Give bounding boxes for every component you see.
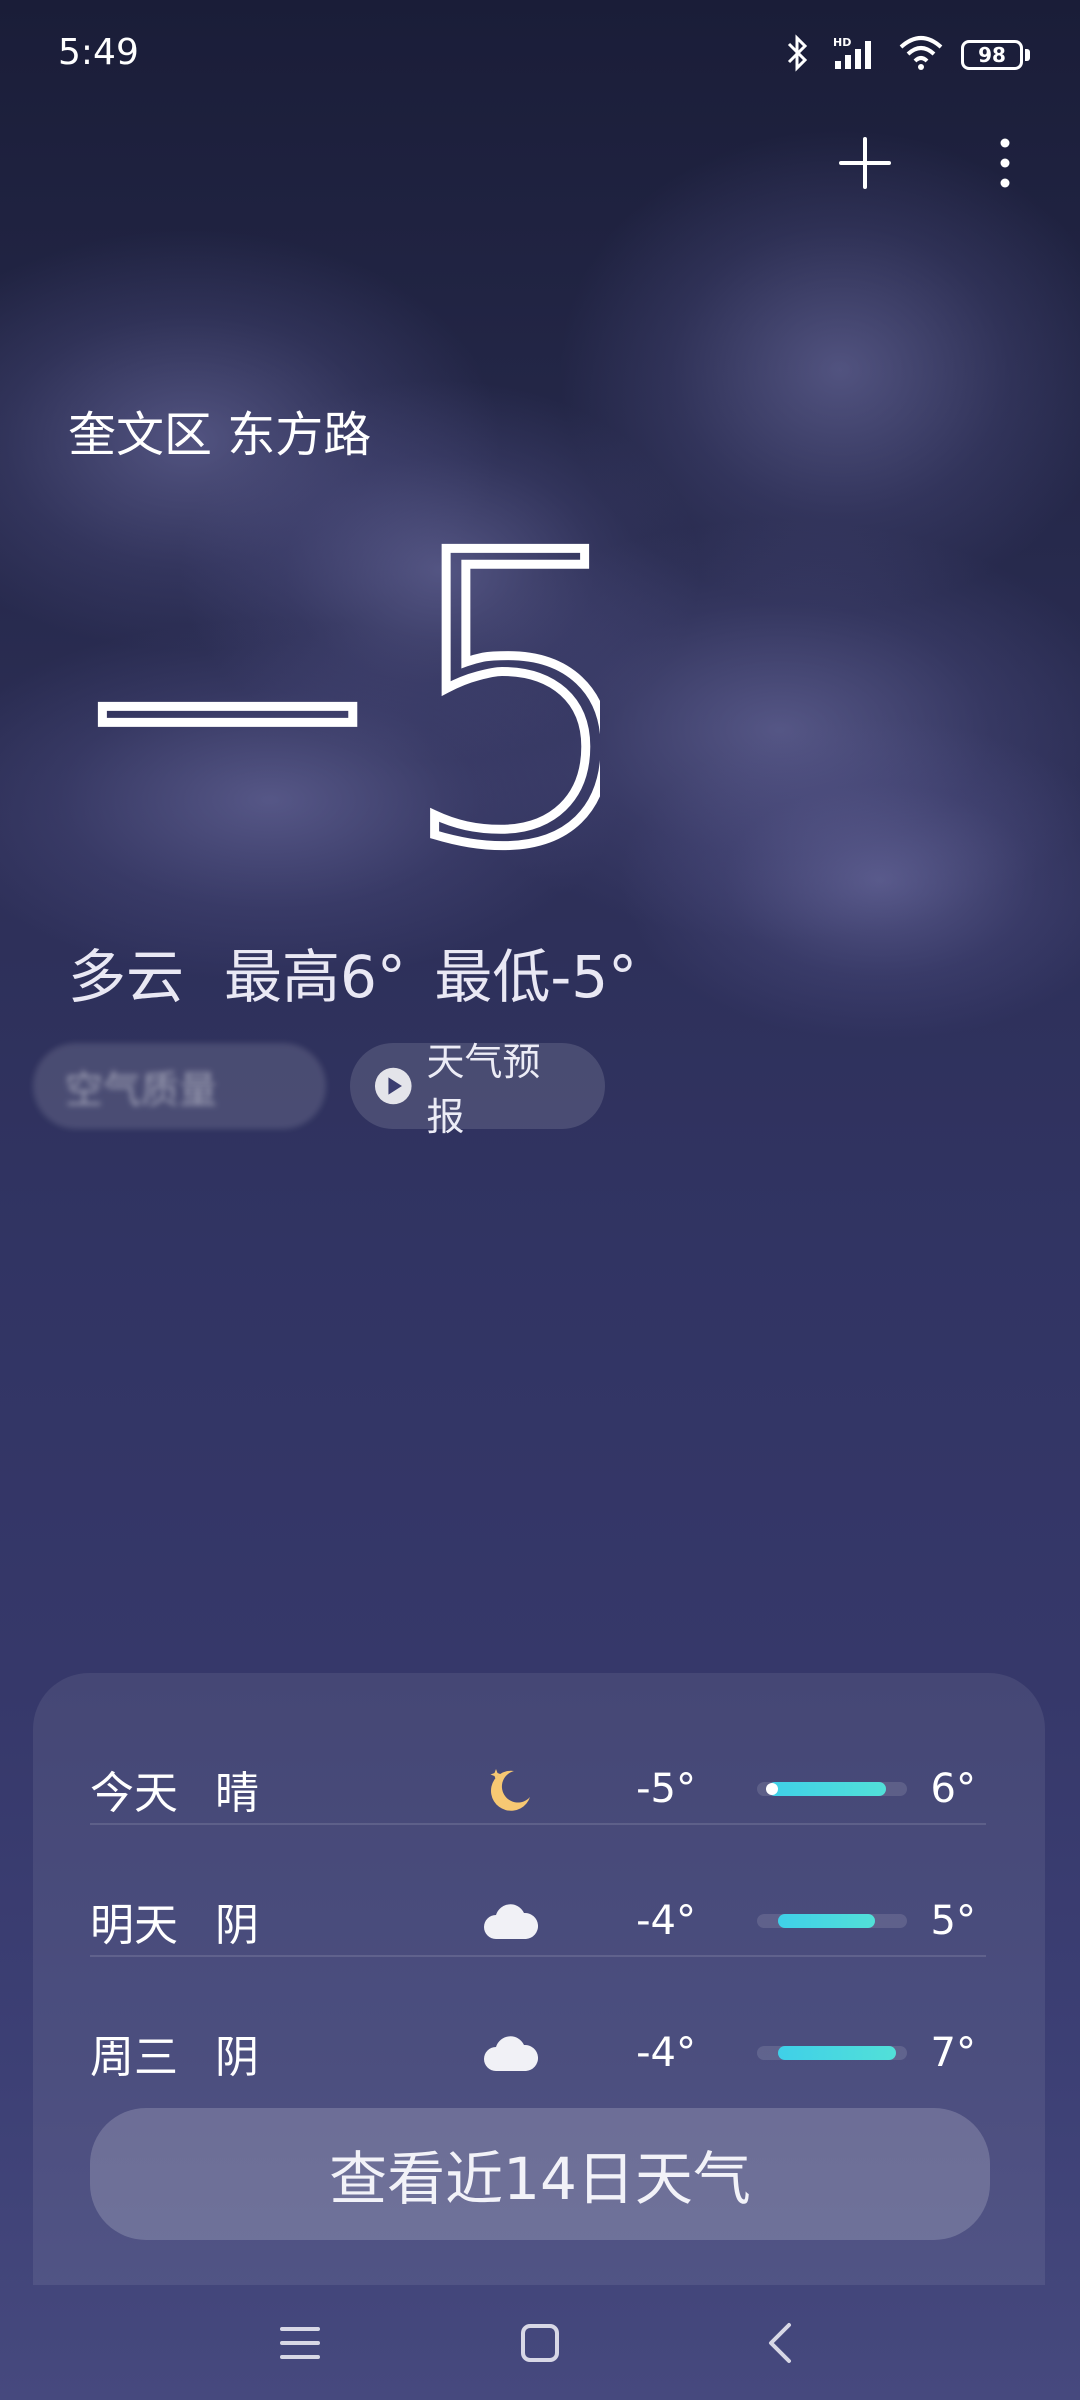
top-actions bbox=[830, 128, 1040, 198]
forecast-low: -4° bbox=[636, 2030, 696, 2076]
more-options-button[interactable] bbox=[970, 128, 1040, 198]
row-divider bbox=[90, 1823, 986, 1825]
temp-range-fill bbox=[767, 1782, 886, 1796]
add-city-button[interactable] bbox=[830, 128, 900, 198]
forecast-row-1[interactable]: 明天 阴 -4° 5° bbox=[90, 1855, 986, 1987]
system-navigation-bar bbox=[0, 2285, 1080, 2400]
location-name[interactable]: 奎文区 东方路 bbox=[68, 395, 371, 465]
temp-range-fill bbox=[778, 2046, 897, 2060]
status-bar: 5:49 HD 98 bbox=[0, 0, 1080, 110]
forecast-high: 5° bbox=[930, 1898, 976, 1944]
forecast-weather: 晴 bbox=[215, 1768, 259, 1819]
recent-apps-button[interactable] bbox=[270, 2313, 330, 2373]
condition-line: 多云 最高6° 最低-5° bbox=[68, 930, 637, 1014]
svg-text:HD: HD bbox=[833, 36, 851, 49]
temp-range-fill bbox=[778, 1914, 875, 1928]
air-quality-label: 空气质量 bbox=[65, 1067, 218, 1112]
current-temperature-text: −5° bbox=[60, 510, 600, 860]
forecast-day: 明天 bbox=[90, 1900, 178, 1951]
more-vert-icon bbox=[1000, 138, 1010, 188]
cloud-icon bbox=[480, 2023, 540, 2083]
bluetooth-icon bbox=[783, 34, 813, 76]
temp-range-bar bbox=[757, 1914, 907, 1928]
temp-range-bar bbox=[757, 2046, 907, 2060]
forecast-low: -4° bbox=[636, 1898, 696, 1944]
battery-icon: 98 bbox=[961, 40, 1030, 70]
forecast-weather: 阴 bbox=[215, 1900, 259, 1951]
home-button[interactable] bbox=[510, 2313, 570, 2373]
back-icon bbox=[769, 2322, 791, 2363]
forecast-day: 周三 bbox=[90, 2032, 178, 2083]
temp-range-bar bbox=[757, 1782, 907, 1796]
current-temp-dot bbox=[765, 1783, 778, 1795]
forecast-row-0[interactable]: 今天 晴 -5° 6° bbox=[90, 1723, 986, 1855]
forecast-high: 6° bbox=[930, 1766, 976, 1812]
forecast-day: 今天 bbox=[90, 1768, 178, 1819]
weather-forecast-label: 天气预报 bbox=[426, 1040, 541, 1139]
battery-level: 98 bbox=[961, 40, 1023, 70]
info-chips: 空气质量 天气预报 bbox=[33, 1040, 605, 1139]
hd-signal-icon: HD bbox=[831, 35, 881, 75]
moon-star-icon bbox=[480, 1759, 540, 1819]
status-icons: HD 98 bbox=[783, 34, 1030, 76]
wifi-icon bbox=[899, 35, 943, 75]
play-circle-icon bbox=[374, 1067, 412, 1105]
weather-forecast-chip[interactable]: 天气预报 bbox=[350, 1040, 605, 1139]
air-quality-chip[interactable]: 空气质量 bbox=[33, 1043, 326, 1129]
status-time: 5:49 bbox=[58, 32, 139, 73]
view-14-day-forecast-button[interactable]: 查看近14日天气 bbox=[90, 2108, 990, 2240]
forecast-weather: 阴 bbox=[215, 2032, 259, 2083]
back-button[interactable] bbox=[750, 2313, 810, 2373]
forecast-low: -5° bbox=[636, 1766, 696, 1812]
forecast-high: 7° bbox=[930, 2030, 976, 2076]
menu-icon bbox=[280, 2326, 320, 2359]
high-low-text: 最高6° 最低-5° bbox=[224, 943, 638, 1011]
condition-text: 多云 bbox=[68, 943, 185, 1011]
home-icon bbox=[521, 2323, 559, 2362]
current-temperature: −5° bbox=[56, 466, 855, 940]
row-divider bbox=[90, 1955, 986, 1957]
forecast-row-2[interactable]: 周三 阴 -4° 7° bbox=[90, 1987, 986, 2119]
plus-icon bbox=[839, 137, 891, 189]
cloud-icon bbox=[480, 1891, 540, 1951]
